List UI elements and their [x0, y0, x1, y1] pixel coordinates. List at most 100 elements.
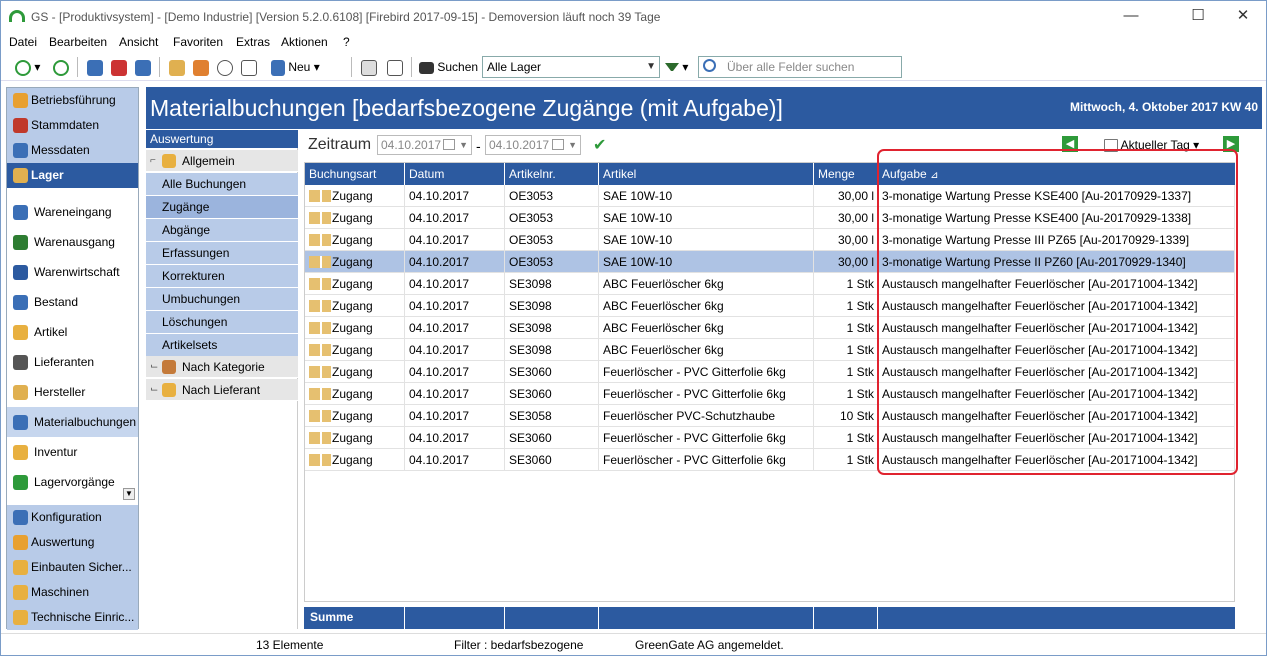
new-label: Neu	[288, 60, 311, 74]
filter-item-abgänge[interactable]: Abgänge	[146, 219, 298, 242]
apply-check-icon[interactable]: ✔	[593, 135, 606, 155]
booking-in-icon	[309, 234, 331, 246]
cell-art: Zugang	[305, 251, 405, 273]
sidebar-item-lager[interactable]: Lager	[7, 163, 138, 188]
print-button[interactable]	[361, 58, 377, 76]
column-datum[interactable]: Datum	[405, 163, 505, 185]
sum-divider	[598, 607, 599, 629]
clock-24-button[interactable]	[217, 58, 233, 76]
menu-datei[interactable]: Datei	[9, 35, 37, 49]
filter-icon	[665, 62, 679, 73]
cell-artikel: Feuerlöscher - PVC Gitterfolie 6kg	[599, 383, 814, 405]
store-select[interactable]: Alle Lager ▼	[482, 56, 660, 78]
column-menge[interactable]: Menge	[814, 163, 878, 185]
sidebar-item-label: Messdaten	[31, 143, 90, 157]
filter-item-artikelsets[interactable]: Artikelsets	[146, 334, 298, 357]
folder-search-button[interactable]	[169, 58, 185, 76]
close-button[interactable]: ✕	[1221, 5, 1265, 29]
menu-help[interactable]: ?	[343, 35, 350, 49]
sidebar-item-inventur[interactable]: Inventur	[7, 437, 138, 467]
group-nach-kategorie[interactable]: ⌙ Nach Kategorie	[146, 356, 298, 378]
menu-extras[interactable]: Extras	[236, 35, 270, 49]
scroll-down-icon[interactable]: ▼	[123, 488, 135, 500]
cell-datum: 04.10.2017	[405, 427, 505, 449]
sidebar-item-messdaten[interactable]: Messdaten	[7, 138, 138, 163]
cell-text: Zugang	[332, 321, 373, 335]
group-label: Nach Lieferant	[182, 383, 261, 397]
maximize-button[interactable]: ☐	[1176, 5, 1220, 29]
sidebar-item-technische-einric-[interactable]: Technische Einric...	[7, 605, 138, 630]
column-buchungsart[interactable]: Buchungsart	[305, 163, 405, 185]
cell-text: 04.10.2017	[409, 233, 470, 247]
sidebar-item-lagervorgänge[interactable]: Lagervorgänge	[7, 467, 138, 497]
cell-text: SE3060	[509, 453, 552, 467]
cell-nr: OE3053	[505, 185, 599, 207]
column-artikelnr[interactable]: Artikelnr.	[505, 163, 599, 185]
sidebar-item-wareneingang[interactable]: Wareneingang	[7, 197, 138, 227]
sidebar-item-materialbuchungen[interactable]: Materialbuchungen	[7, 407, 138, 437]
booking-in-icon	[309, 454, 331, 466]
filter-item-umbuchungen[interactable]: Umbuchungen	[146, 288, 298, 311]
filter-item-alle-buchungen[interactable]: Alle Buchungen	[146, 173, 298, 196]
cell-text: 04.10.2017	[409, 453, 470, 467]
cell-art: Zugang	[305, 361, 405, 383]
menu-bearbeiten[interactable]: Bearbeiten	[49, 35, 107, 49]
filter-item-korrekturen[interactable]: Korrekturen	[146, 265, 298, 288]
back-button[interactable]: ▾	[15, 58, 40, 76]
forward-button[interactable]	[53, 58, 69, 76]
menu-favoriten[interactable]: Favoriten	[173, 35, 223, 49]
back-arrow-icon	[15, 59, 31, 76]
sidebar-item-betriebsführung[interactable]: Betriebsführung	[7, 88, 138, 113]
new-button[interactable]: Neu ▾	[271, 58, 320, 76]
search-scope-button[interactable]: Suchen	[419, 58, 478, 76]
sidebar-item-artikel[interactable]: Artikel	[7, 317, 138, 347]
cell-text: Zugang	[332, 409, 373, 423]
element-count: 13 Elemente	[256, 638, 324, 652]
filter-item-zugänge[interactable]: Zugänge	[146, 196, 298, 219]
sidebar-item-bestand[interactable]: Bestand	[7, 287, 138, 317]
sidebar-item-lieferanten[interactable]: Lieferanten	[7, 347, 138, 377]
user-group-button[interactable]	[135, 58, 151, 76]
filter-item-löschungen[interactable]: Löschungen	[146, 311, 298, 334]
column-artikel[interactable]: Artikel	[599, 163, 814, 185]
alert-button[interactable]	[193, 58, 209, 76]
cell-text: Zugang	[332, 277, 373, 291]
cell-text: 04.10.2017	[409, 321, 470, 335]
cell-text: SAE 10W-10	[603, 211, 673, 225]
comment-button[interactable]	[241, 58, 257, 76]
sum-divider	[813, 607, 814, 629]
cell-nr: SE3060	[505, 361, 599, 383]
sidebar-item-label: Wareneingang	[34, 205, 112, 219]
print-preview-icon	[387, 59, 403, 76]
group-nach-lieferant[interactable]: ⌙ Nach Lieferant	[146, 379, 298, 401]
collapse-icon: ⌐	[150, 155, 156, 166]
cell-text: 30,00 l	[837, 211, 874, 225]
user-remove-button[interactable]	[111, 58, 127, 76]
sum-label: Summe	[310, 610, 354, 624]
cell-text: 1 Stk	[846, 365, 874, 379]
sidebar-item-label: Lieferanten	[34, 355, 95, 369]
sidebar-item-konfiguration[interactable]: Konfiguration	[7, 505, 138, 530]
sidebar-item-auswertung[interactable]: Auswertung	[7, 530, 138, 555]
sidebar-item-warenwirtschaft[interactable]: Warenwirtschaft	[7, 257, 138, 287]
preview-button[interactable]	[387, 58, 403, 76]
menu-aktionen[interactable]: Aktionen	[281, 35, 328, 49]
date-to-field[interactable]: 04.10.2017 ▼	[485, 135, 581, 155]
sidebar-item-hersteller[interactable]: Hersteller	[7, 377, 138, 407]
group-label: Nach Kategorie	[182, 360, 265, 374]
sidebar-item-warenausgang[interactable]: Warenausgang	[7, 227, 138, 257]
sidebar-item-stammdaten[interactable]: Stammdaten	[7, 113, 138, 138]
date-from-field[interactable]: 04.10.2017 ▼	[377, 135, 472, 155]
sidebar-item-einbauten-sicher-[interactable]: Einbauten Sicher...	[7, 555, 138, 580]
group-allgemein[interactable]: ⌐ Allgemein	[146, 150, 298, 172]
filter-button[interactable]: ▾	[665, 58, 688, 76]
cell-menge: 1 Stk	[814, 449, 878, 471]
cell-artikel: ABC Feuerlöscher 6kg	[599, 295, 814, 317]
cell-text: 04.10.2017	[409, 299, 470, 313]
menu-ansicht[interactable]: Ansicht	[119, 35, 158, 49]
filter-item-erfassungen[interactable]: Erfassungen	[146, 242, 298, 265]
sidebar-item-maschinen[interactable]: Maschinen	[7, 580, 138, 605]
user-add-button[interactable]	[87, 58, 103, 76]
minimize-button[interactable]: —	[1109, 5, 1153, 29]
search-field[interactable]: Über alle Felder suchen	[698, 56, 902, 78]
